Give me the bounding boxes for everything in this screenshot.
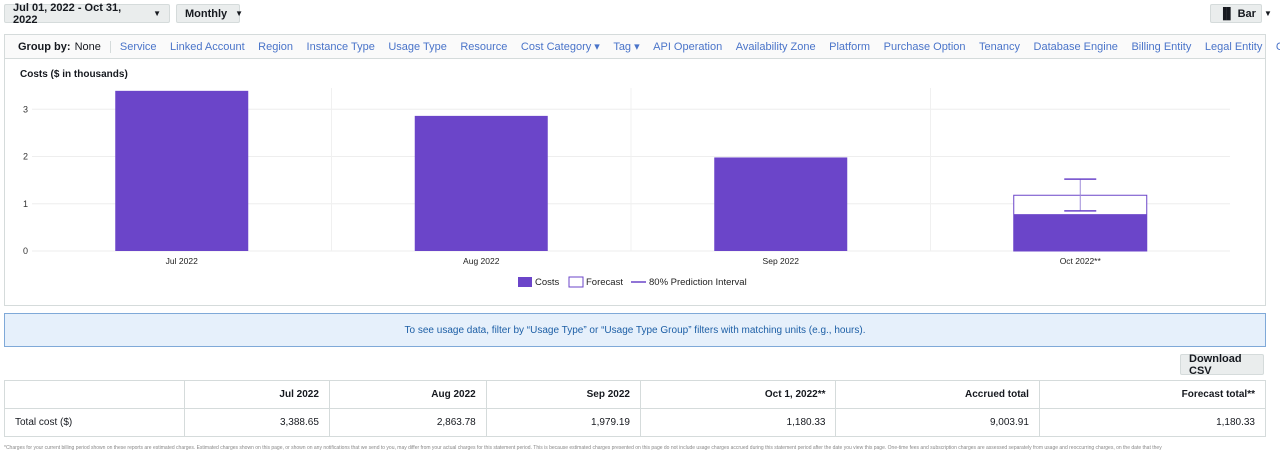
- table-header-row: Jul 2022 Aug 2022 Sep 2022 Oct 1, 2022** Acc…: [4, 380, 1267, 409]
- x-tick-label: Oct 2022**: [1060, 256, 1102, 266]
- table-cell: 1,180.33: [1038, 408, 1267, 437]
- download-csv-button[interactable]: Download CSV: [1180, 352, 1264, 377]
- column-header: Aug 2022: [328, 380, 487, 409]
- download-csv-label: Download CSV: [1189, 352, 1242, 377]
- y-tick-label: 3: [23, 104, 28, 114]
- column-header: Accrued total: [835, 380, 1040, 409]
- column-header: Forecast total**: [1038, 380, 1267, 409]
- legend-forecast-label: Forecast: [586, 277, 623, 288]
- x-tick-label: Jul 2022: [166, 256, 198, 266]
- info-banner: To see usage data, filter by “Usage Type…: [4, 313, 1266, 347]
- table-cell: Total cost ($): [4, 408, 185, 437]
- table-cell: 9,003.91: [835, 408, 1040, 437]
- legend-interval-label: 80% Prediction Interval: [649, 277, 747, 288]
- column-header: [4, 380, 185, 409]
- table-row: Total cost ($) 3,388.65 2,863.78 1,979.19 1,…: [4, 408, 1267, 437]
- cost-bar: [1013, 214, 1147, 251]
- column-header: Sep 2022: [485, 380, 641, 409]
- legend-costs-swatch: [518, 277, 532, 287]
- table-cell: 1,979.19: [485, 408, 641, 437]
- column-header: Oct 1, 2022**: [639, 380, 837, 409]
- y-tick-label: 2: [23, 152, 28, 162]
- y-tick-label: 0: [23, 246, 28, 256]
- legend-costs-label: Costs: [535, 277, 560, 288]
- y-tick-label: 1: [23, 199, 28, 209]
- cost-table: Jul 2022 Aug 2022 Sep 2022 Oct 1, 2022** Acc…: [4, 380, 1267, 437]
- cost-bar: [714, 157, 848, 251]
- cost-bar: [115, 90, 249, 252]
- table-cell: 3,388.65: [184, 408, 330, 437]
- legend-forecast-swatch: [568, 276, 584, 288]
- x-tick-label: Sep 2022: [763, 256, 800, 266]
- cost-bar: [414, 115, 548, 251]
- x-tick-label: Aug 2022: [463, 256, 500, 266]
- column-header: Jul 2022: [184, 380, 330, 409]
- cost-bar-chart: 0 1 2 3 Jul 2022 Aug 2022 Sep 2022 Oct 2022** Co…: [23, 88, 1230, 288]
- footnote: *Charges for your current billing period…: [4, 445, 1162, 451]
- table-cell: 2,863.78: [328, 408, 487, 437]
- table-cell: 1,180.33: [639, 408, 837, 437]
- info-banner-text: To see usage data, filter by “Usage Type…: [404, 324, 866, 336]
